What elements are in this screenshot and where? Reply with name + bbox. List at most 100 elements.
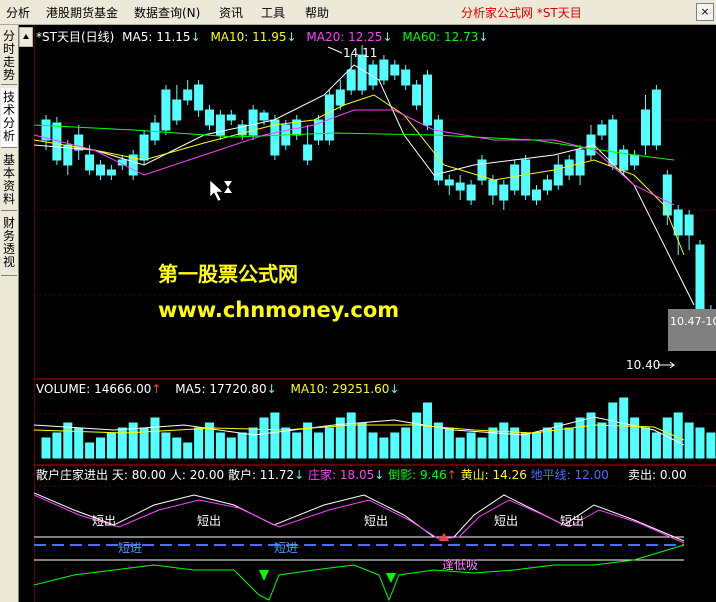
volume-bar [324,427,334,459]
volume-bar [586,412,596,459]
menu-tools[interactable]: 工具 [261,4,285,21]
moving-average-lines [34,64,695,306]
low-arrow-icon [658,361,675,369]
candle-body [412,84,422,106]
ma10-value: MA10: 11.95 [210,30,287,44]
candle-body [335,89,345,106]
candle-body [488,179,498,196]
dipingxian-value: 地平线: 12.00 [530,468,609,482]
volume-bar [270,412,280,459]
candle-body [183,89,193,101]
indicator-name: 散户庄家进出 [36,468,109,482]
volume-bar [226,437,236,459]
candle-body [172,99,182,121]
sanhu-value: 散户: 11.72 [227,468,295,482]
candle-body [96,164,105,176]
menu-hk-futures-funds[interactable]: 港股期货基金 [46,4,118,21]
volume-bar [237,432,247,459]
main-legend: *ST天目(日线) MA5: 11.15↓ MA10: 11.95↓ MA20:… [36,28,488,45]
high-pointer [327,46,343,54]
volume-bar [183,442,193,459]
volume-bar [161,432,171,459]
down-arrow-icon: ↓ [266,382,277,396]
short-in-label-1: 短进 [118,541,142,555]
volume-bar [542,427,552,459]
buy-arrow-icon [259,570,269,581]
ma5-value: MA5: 11.15 [122,30,191,44]
vol-ma5-value: MA5: 17720.80 [175,382,267,396]
candle-body [433,119,443,181]
candle-body [85,154,95,171]
hourglass-icon [224,181,232,193]
candle-body [259,112,269,121]
tab-fundamentals[interactable]: 基本资料 [1,151,17,211]
tab-financials[interactable]: 财务透视 [1,214,17,276]
volume-bar [466,432,476,459]
menu-help[interactable]: 帮助 [305,4,329,21]
ren-value: 人: 20.00 [169,468,225,482]
low-price-label: 10.40 [626,358,660,372]
volume-bars [34,397,716,459]
volume-bar [172,437,182,459]
down-arrow-icon: ↓ [374,468,385,482]
short-in-label-2: 短进 [274,541,298,555]
ma60-value: MA60: 12.73 [402,30,479,44]
indicator-legend: 散户庄家进出 天: 80.00 人: 20.00 散户: 11.72 ↓ 庄家: … [36,466,716,483]
volume-bar [74,427,84,459]
short-out-label-5: 短出 [560,514,584,528]
menu-analysis[interactable]: 分析 [6,4,30,21]
candle-body [673,209,683,236]
candle-body [205,109,214,126]
volume-bar [706,432,716,459]
candle-body [651,89,661,146]
window-title: 分析家公式网 *ST天目 [461,6,582,20]
high-price-label: 14.11 [343,46,377,60]
volume-bar [619,397,629,459]
stock-name: *ST天目(日线) [36,30,115,44]
menu-news[interactable]: 资讯 [219,4,243,21]
volume-legend: VOLUME: 14666.00↑ MA5: 17720.80↓ MA10: 2… [36,382,399,396]
mouse-cursor-icon [209,179,224,202]
volume-bar [608,402,618,459]
short-out-label-4: 短出 [494,514,518,528]
menu-data-query[interactable]: 数据查询(N) [134,4,200,21]
watermark-url: www.chnmoney.com [158,298,400,322]
scroll-arrow-icon[interactable] [19,27,33,47]
candle-body [194,84,204,111]
volume-bar [281,427,291,459]
down-arrow-icon: ↓ [286,30,297,44]
candle-body [444,179,454,186]
up-arrow-icon: ↑ [151,382,162,396]
candle-body [466,184,476,201]
tab-intraday[interactable]: 分时走势 [1,27,17,85]
volume-bar [106,432,116,459]
volume-bar [521,432,531,459]
huangshan-value: 黄山: 14.26 [460,468,527,482]
volume-bar [96,437,105,459]
volume-bar [314,432,323,459]
ma20-value: MA20: 12.25 [306,30,383,44]
tab-technical[interactable]: 技术分析 [1,88,17,148]
down-arrow-icon: ↓ [478,30,489,44]
volume-bar [292,432,302,459]
volume-bar [259,417,269,459]
zhuangjia-value: 庄家: 18.05 [308,468,375,482]
candle-body [161,89,171,131]
buy-low-label: 逢低吸 [442,558,478,572]
down-arrow-icon: ↓ [389,382,400,396]
candle-body [684,214,694,236]
candle-body [641,109,650,146]
volume-bar [532,432,541,459]
volume-bar [357,422,367,459]
volume-bar [684,422,694,459]
candle-body [423,74,432,126]
volume-bar [401,427,411,459]
candle-body [630,154,640,166]
close-button[interactable]: × [696,3,714,21]
tian-value: 天: 80.00 [111,468,167,482]
volume-bar [695,427,705,459]
candle-body [542,179,552,191]
daoying-value: 倒影: 9.46 [388,468,447,482]
volume-bar [346,412,356,459]
volume-bar [41,437,51,459]
